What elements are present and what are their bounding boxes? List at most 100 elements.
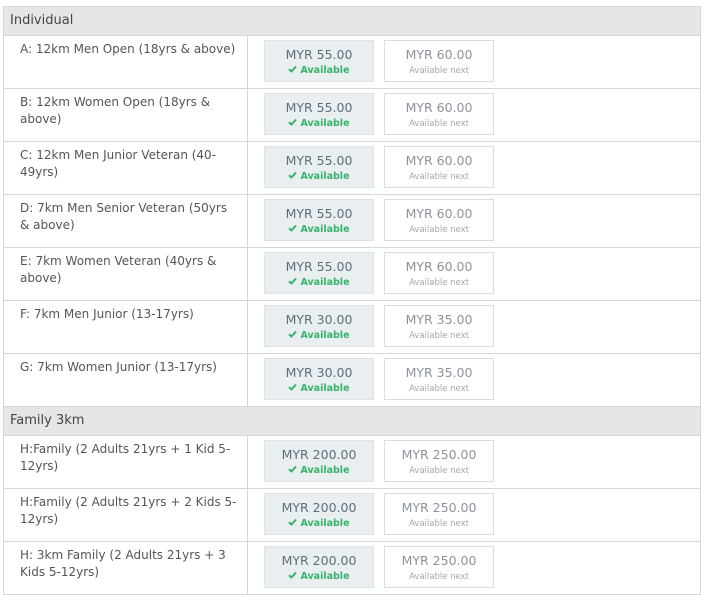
status-text: Available (300, 118, 350, 129)
check-icon (288, 224, 298, 236)
section-header: Family 3km (4, 407, 700, 436)
check-icon (288, 518, 298, 530)
current-price-option[interactable]: MYR 30.00 Available (264, 358, 374, 400)
next-status: Available next (408, 172, 469, 182)
check-icon (288, 277, 298, 289)
next-price-option: MYR 60.00 Available next (384, 40, 494, 82)
category-label: A: 12km Men Open (18yrs & above) (4, 36, 248, 88)
price-options: MYR 55.00 Available MYR 60.00 Available nex… (248, 36, 504, 88)
price-options: MYR 55.00 Available MYR 60.00 Available nex… (248, 195, 504, 247)
next-price-option: MYR 250.00 Available next (384, 493, 494, 535)
table-row: G: 7km Women Junior (13-17yrs) MYR 30.00 A… (4, 354, 700, 407)
category-label: C: 12km Men Junior Veteran (40-49yrs) (4, 142, 248, 194)
next-status: Available next (408, 519, 469, 529)
price-options: MYR 200.00 Available MYR 250.00 Available n… (248, 489, 504, 541)
price-amount: MYR 55.00 (285, 259, 353, 274)
price-amount: MYR 250.00 (401, 553, 477, 568)
current-price-option[interactable]: MYR 200.00 Available (264, 546, 374, 588)
next-status: Available next (408, 572, 469, 582)
price-options: MYR 30.00 Available MYR 35.00 Available nex… (248, 301, 504, 353)
check-icon (288, 465, 298, 477)
current-price-option[interactable]: MYR 55.00 Available (264, 146, 374, 188)
availability-status: Available (265, 224, 373, 236)
table-row: F: 7km Men Junior (13-17yrs) MYR 30.00 Ava… (4, 301, 700, 354)
category-label: E: 7km Women Veteran (40yrs & above) (4, 248, 248, 300)
price-amount: MYR 55.00 (285, 47, 353, 62)
status-text: Available (300, 518, 350, 529)
next-status: Available next (408, 66, 469, 76)
price-options: MYR 30.00 Available MYR 35.00 Available nex… (248, 354, 504, 406)
price-amount: MYR 60.00 (405, 259, 473, 274)
availability-status: Available (265, 171, 373, 183)
next-price-option: MYR 60.00 Available next (384, 93, 494, 135)
current-price-option[interactable]: MYR 200.00 Available (264, 493, 374, 535)
status-text: Available (300, 171, 350, 182)
status-text: Available (300, 571, 350, 582)
table-row: A: 12km Men Open (18yrs & above) MYR 55.0… (4, 36, 700, 89)
table-row: H:Family (2 Adults 21yrs + 2 Kids 5-12yr… (4, 489, 700, 542)
category-label: G: 7km Women Junior (13-17yrs) (4, 354, 248, 406)
next-status: Available next (408, 225, 469, 235)
next-status: Available next (408, 278, 469, 288)
status-text: Available (300, 224, 350, 235)
price-amount: MYR 60.00 (405, 47, 473, 62)
pricing-table: Individual A: 12km Men Open (18yrs & abov… (3, 6, 701, 595)
current-price-option[interactable]: MYR 55.00 Available (264, 93, 374, 135)
current-price-option[interactable]: MYR 55.00 Available (264, 252, 374, 294)
category-label: B: 12km Women Open (18yrs & above) (4, 89, 248, 141)
table-row: E: 7km Women Veteran (40yrs & above) MYR … (4, 248, 700, 301)
status-text: Available (300, 465, 350, 476)
status-text: Available (300, 330, 350, 341)
price-amount: MYR 60.00 (405, 153, 473, 168)
section-header: Individual (4, 7, 700, 36)
table-row: B: 12km Women Open (18yrs & above) MYR 55… (4, 89, 700, 142)
current-price-option[interactable]: MYR 30.00 Available (264, 305, 374, 347)
price-amount: MYR 60.00 (405, 206, 473, 221)
category-label: H: 3km Family (2 Adults 21yrs + 3 Kids 5… (4, 542, 248, 594)
price-options: MYR 55.00 Available MYR 60.00 Available nex… (248, 142, 504, 194)
availability-status: Available (265, 571, 373, 583)
price-amount: MYR 35.00 (405, 365, 473, 380)
availability-status: Available (265, 465, 373, 477)
next-price-option: MYR 60.00 Available next (384, 146, 494, 188)
category-label: H:Family (2 Adults 21yrs + 2 Kids 5-12yr… (4, 489, 248, 541)
status-text: Available (300, 65, 350, 76)
price-amount: MYR 55.00 (285, 100, 353, 115)
table-row: C: 12km Men Junior Veteran (40-49yrs) MYR… (4, 142, 700, 195)
next-price-option: MYR 60.00 Available next (384, 252, 494, 294)
price-amount: MYR 250.00 (401, 447, 477, 462)
price-amount: MYR 250.00 (401, 500, 477, 515)
price-amount: MYR 200.00 (281, 500, 357, 515)
availability-status: Available (265, 383, 373, 395)
check-icon (288, 65, 298, 77)
category-label: D: 7km Men Senior Veteran (50yrs & above… (4, 195, 248, 247)
check-icon (288, 118, 298, 130)
current-price-option[interactable]: MYR 200.00 Available (264, 440, 374, 482)
check-icon (288, 330, 298, 342)
next-price-option: MYR 250.00 Available next (384, 440, 494, 482)
status-text: Available (300, 277, 350, 288)
check-icon (288, 383, 298, 395)
next-price-option: MYR 35.00 Available next (384, 305, 494, 347)
next-status: Available next (408, 466, 469, 476)
price-amount: MYR 60.00 (405, 100, 473, 115)
next-price-option: MYR 250.00 Available next (384, 546, 494, 588)
category-label: F: 7km Men Junior (13-17yrs) (4, 301, 248, 353)
current-price-option[interactable]: MYR 55.00 Available (264, 199, 374, 241)
availability-status: Available (265, 118, 373, 130)
table-row: D: 7km Men Senior Veteran (50yrs & above… (4, 195, 700, 248)
price-amount: MYR 35.00 (405, 312, 473, 327)
price-amount: MYR 55.00 (285, 153, 353, 168)
check-icon (288, 171, 298, 183)
price-options: MYR 200.00 Available MYR 250.00 Available n… (248, 542, 504, 594)
price-options: MYR 55.00 Available MYR 60.00 Available nex… (248, 248, 504, 300)
status-text: Available (300, 383, 350, 394)
current-price-option[interactable]: MYR 55.00 Available (264, 40, 374, 82)
table-row: H:Family (2 Adults 21yrs + 1 Kid 5-12yrs… (4, 436, 700, 489)
next-price-option: MYR 60.00 Available next (384, 199, 494, 241)
availability-status: Available (265, 65, 373, 77)
availability-status: Available (265, 330, 373, 342)
price-options: MYR 55.00 Available MYR 60.00 Available nex… (248, 89, 504, 141)
next-status: Available next (408, 331, 469, 341)
table-row: H: 3km Family (2 Adults 21yrs + 3 Kids 5… (4, 542, 700, 595)
